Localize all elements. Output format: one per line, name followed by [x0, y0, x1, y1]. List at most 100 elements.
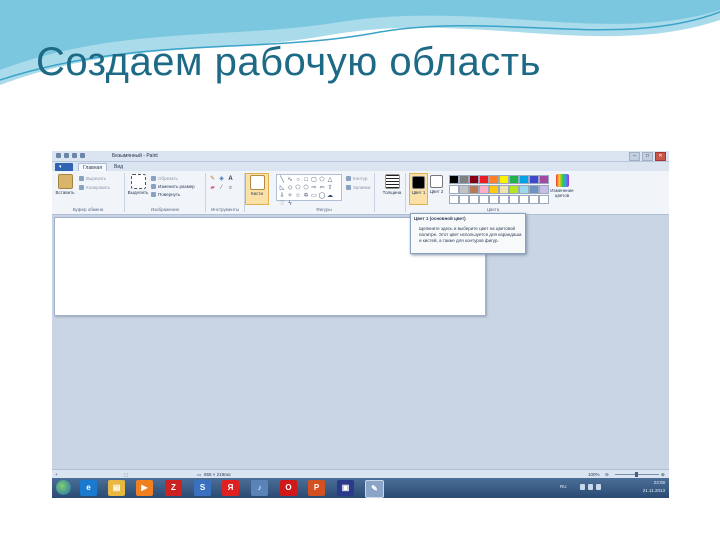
rectangle-shape-icon[interactable]: □: [303, 177, 310, 184]
palette-swatch[interactable]: [469, 185, 479, 194]
language-indicator[interactable]: RU: [560, 484, 567, 489]
paint-taskbar-icon[interactable]: ✎: [365, 480, 384, 498]
cut-button[interactable]: Вырезать: [79, 176, 106, 181]
volume-icon[interactable]: [596, 484, 601, 490]
pencil-icon[interactable]: ✎: [209, 176, 216, 183]
oval-shape-icon[interactable]: ○: [295, 177, 302, 184]
diamond-shape-icon[interactable]: ◇: [287, 185, 294, 192]
fill-bucket-icon[interactable]: ◈: [218, 176, 225, 183]
color-palette[interactable]: [449, 175, 549, 204]
group-label-image: Изображение: [150, 207, 180, 212]
palette-swatch[interactable]: [449, 175, 459, 184]
star4-shape-icon[interactable]: ✧: [287, 193, 294, 200]
powerpoint-icon[interactable]: P: [308, 480, 325, 496]
palette-swatch[interactable]: [529, 195, 539, 204]
shapes-gallery[interactable]: ╲ ∿ ○ □ ▢ ⬠ △ ◺ ◇ ⬠ ⬡ ⇨ ⇦ ⇧ ⇩ ✧ ☆ ✡ ▭ ◯ ☁ ♡ ϟ: [276, 174, 342, 207]
save-disk-icon[interactable]: ▣: [337, 480, 354, 496]
color-picker-icon[interactable]: ⁄: [218, 185, 225, 192]
star5-shape-icon[interactable]: ☆: [295, 193, 302, 200]
callout-rect-shape-icon[interactable]: ▭: [311, 193, 318, 200]
maximize-button[interactable]: □: [642, 152, 653, 161]
down-arrow-shape-icon[interactable]: ⇩: [279, 193, 286, 200]
left-arrow-shape-icon[interactable]: ⇦: [319, 185, 326, 192]
palette-swatch[interactable]: [469, 175, 479, 184]
color2-button[interactable]: Цвет 2: [428, 173, 445, 203]
palette-swatch[interactable]: [509, 195, 519, 204]
right-triangle-shape-icon[interactable]: ◺: [279, 185, 286, 192]
palette-swatch[interactable]: [509, 185, 519, 194]
palette-swatch[interactable]: [499, 175, 509, 184]
palette-swatch[interactable]: [489, 195, 499, 204]
rotate-icon: [151, 192, 156, 197]
brushes-button[interactable]: Кисти: [245, 173, 269, 205]
close-button[interactable]: ✕: [655, 152, 666, 161]
palette-swatch[interactable]: [449, 185, 459, 194]
eraser-icon[interactable]: ▰: [209, 185, 216, 192]
save-icon[interactable]: [64, 153, 69, 158]
cloud-shape-icon[interactable]: ☁: [327, 193, 334, 200]
palette-swatch[interactable]: [499, 185, 509, 194]
rotate-button[interactable]: Повернуть: [151, 192, 180, 197]
callout-oval-shape-icon[interactable]: ◯: [319, 193, 326, 200]
paste-button[interactable]: Вставить: [54, 174, 76, 195]
select-button[interactable]: Выделить: [127, 174, 149, 195]
pentagon-shape-icon[interactable]: ⬠: [295, 185, 302, 192]
palette-swatch[interactable]: [469, 195, 479, 204]
network-icon[interactable]: [588, 484, 593, 490]
size-button[interactable]: Толщина: [378, 173, 406, 212]
palette-swatch[interactable]: [519, 195, 529, 204]
palette-swatch[interactable]: [499, 195, 509, 204]
zoom-slider-handle[interactable]: [635, 472, 638, 477]
triangle-shape-icon[interactable]: △: [327, 177, 334, 184]
paint-menu-button[interactable]: ▾: [55, 163, 73, 171]
palette-swatch[interactable]: [509, 175, 519, 184]
polygon-shape-icon[interactable]: ⬠: [319, 177, 326, 184]
zoom-slider[interactable]: [615, 472, 659, 477]
star6-shape-icon[interactable]: ✡: [303, 193, 310, 200]
clock[interactable]: 23:08 21.11.2013: [643, 479, 665, 495]
resize-button[interactable]: Изменить размер: [151, 184, 195, 189]
outline-dropdown[interactable]: Контур: [346, 176, 367, 181]
yandex-icon[interactable]: Я: [222, 480, 239, 496]
edit-colors-button[interactable]: Изменение цветов: [548, 174, 576, 198]
palette-swatch[interactable]: [489, 175, 499, 184]
copy-button[interactable]: Копировать: [79, 185, 110, 190]
palette-swatch[interactable]: [459, 195, 469, 204]
opera-icon[interactable]: O: [280, 480, 297, 496]
quick-access-toolbar[interactable]: [56, 153, 85, 158]
line-shape-icon[interactable]: ╲: [279, 177, 286, 184]
palette-swatch[interactable]: [479, 185, 489, 194]
palette-swatch[interactable]: [479, 195, 489, 204]
text-tool-icon[interactable]: A: [227, 176, 234, 183]
crop-button[interactable]: Обрезать: [151, 176, 178, 181]
palette-swatch[interactable]: [529, 175, 539, 184]
skype-icon[interactable]: S: [194, 480, 211, 496]
right-arrow-shape-icon[interactable]: ⇨: [311, 185, 318, 192]
magnifier-icon[interactable]: ⌕: [227, 185, 234, 192]
fill-dropdown[interactable]: Заливка: [346, 185, 370, 190]
undo-icon[interactable]: [72, 153, 77, 158]
filezilla-icon[interactable]: Z: [165, 480, 182, 496]
palette-swatch[interactable]: [529, 185, 539, 194]
hexagon-shape-icon[interactable]: ⬡: [303, 185, 310, 192]
curve-shape-icon[interactable]: ∿: [287, 177, 294, 184]
media-player-icon[interactable]: ▶: [136, 480, 153, 496]
speaker-app-icon[interactable]: ♪: [251, 480, 268, 496]
palette-swatch[interactable]: [519, 185, 529, 194]
ie-icon[interactable]: e: [80, 480, 97, 496]
palette-swatch[interactable]: [479, 175, 489, 184]
palette-swatch[interactable]: [459, 175, 469, 184]
flag-icon[interactable]: [580, 484, 585, 490]
up-arrow-shape-icon[interactable]: ⇧: [327, 185, 334, 192]
rounded-rect-shape-icon[interactable]: ▢: [311, 177, 318, 184]
color1-button[interactable]: Цвет 1: [409, 173, 428, 205]
palette-swatch[interactable]: [449, 195, 459, 204]
tab-view[interactable]: Вид: [110, 163, 127, 171]
explorer-icon[interactable]: ▤: [108, 480, 125, 496]
start-button[interactable]: [56, 480, 71, 495]
palette-swatch[interactable]: [519, 175, 529, 184]
minimize-button[interactable]: –: [629, 152, 640, 161]
palette-swatch[interactable]: [459, 185, 469, 194]
redo-icon[interactable]: [80, 153, 85, 158]
palette-swatch[interactable]: [489, 185, 499, 194]
